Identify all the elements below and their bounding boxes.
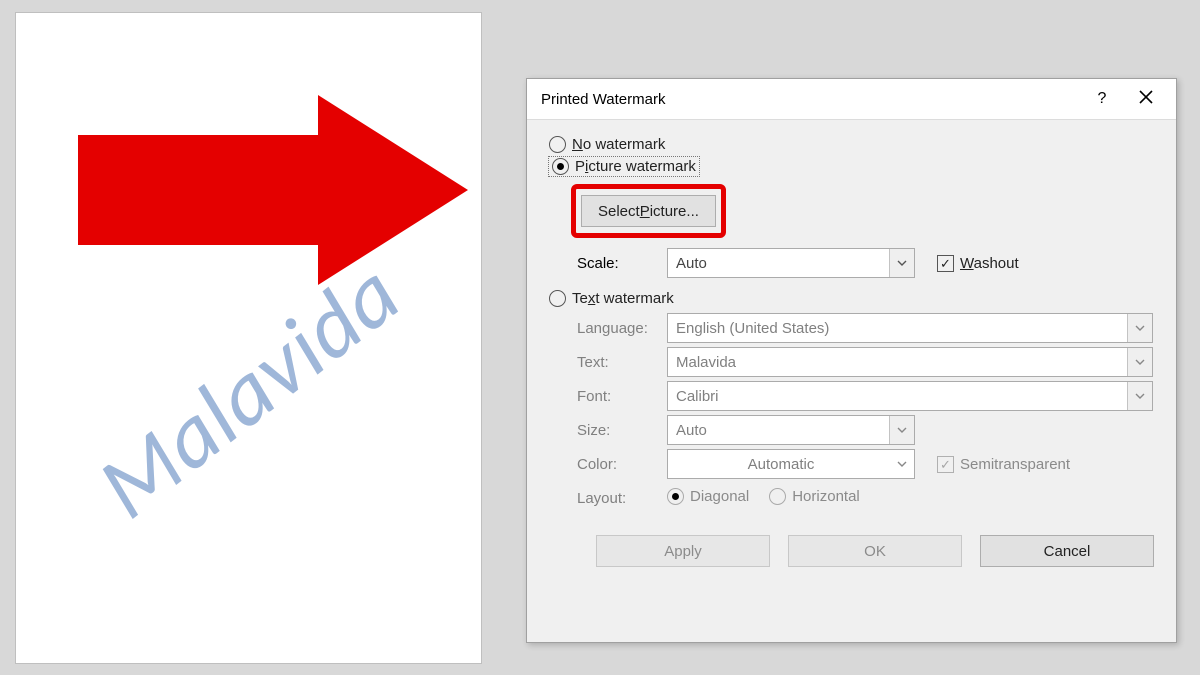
scale-label: Scale: [577,255,667,272]
help-button[interactable]: ? [1080,90,1124,108]
text-value: Malavida [676,354,736,371]
language-value: English (United States) [676,320,829,337]
radio-picture-watermark-label: Picture watermark [575,158,696,175]
chevron-down-icon [1127,348,1152,376]
chevron-down-icon [1127,382,1152,410]
semitransparent-label: Semitransparent [960,456,1070,473]
ok-button[interactable]: OK [788,535,962,567]
chevron-down-icon [1127,314,1152,342]
text-combobox[interactable]: Malavida [667,347,1153,377]
apply-button[interactable]: Apply [596,535,770,567]
radio-icon [769,488,786,505]
washout-label: Washout [960,255,1019,272]
size-label: Size: [577,422,667,439]
radio-icon [667,488,684,505]
cancel-button[interactable]: Cancel [980,535,1154,567]
radio-no-watermark[interactable]: No watermark [549,136,665,153]
select-picture-button[interactable]: Select Picture... [581,195,716,227]
annotation-arrow [78,95,468,285]
layout-horizontal-label: Horizontal [792,488,860,505]
chevron-down-icon [889,249,914,277]
language-label: Language: [577,320,667,337]
color-value: Automatic [748,456,815,473]
chevron-down-icon [890,450,914,478]
color-label: Color: [577,456,667,473]
scale-combobox[interactable]: Auto [667,248,915,278]
color-combobox[interactable]: Automatic [667,449,915,479]
close-icon [1139,90,1153,104]
printed-watermark-dialog: Printed Watermark ? No watermark Picture… [526,78,1177,643]
washout-checkbox[interactable]: Washout [937,255,1019,272]
chevron-down-icon [889,416,914,444]
font-combobox[interactable]: Calibri [667,381,1153,411]
layout-label: Layout: [577,490,667,507]
dialog-title: Printed Watermark [541,91,665,108]
radio-picture-watermark[interactable]: Picture watermark [549,157,699,176]
radio-no-watermark-label: No watermark [572,136,665,153]
layout-diagonal-label: Diagonal [690,488,749,505]
semitransparent-checkbox: Semitransparent [937,456,1070,473]
layout-horizontal-radio: Horizontal [769,488,860,505]
annotation-highlight: Select Picture... [571,184,726,238]
language-combobox[interactable]: English (United States) [667,313,1153,343]
checkbox-icon [937,255,954,272]
checkbox-icon [937,456,954,473]
radio-text-watermark[interactable]: Text watermark [549,290,674,307]
dialog-titlebar: Printed Watermark ? [527,79,1176,120]
scale-value: Auto [676,255,707,272]
dialog-footer: Apply OK Cancel [527,527,1176,567]
font-label: Font: [577,388,667,405]
radio-icon [549,290,566,307]
radio-icon [552,158,569,175]
size-combobox[interactable]: Auto [667,415,915,445]
size-value: Auto [676,422,707,439]
text-label: Text: [577,354,667,371]
radio-text-watermark-label: Text watermark [572,290,674,307]
font-value: Calibri [676,388,719,405]
radio-icon [549,136,566,153]
layout-diagonal-radio: Diagonal [667,488,749,505]
close-button[interactable] [1124,90,1168,109]
